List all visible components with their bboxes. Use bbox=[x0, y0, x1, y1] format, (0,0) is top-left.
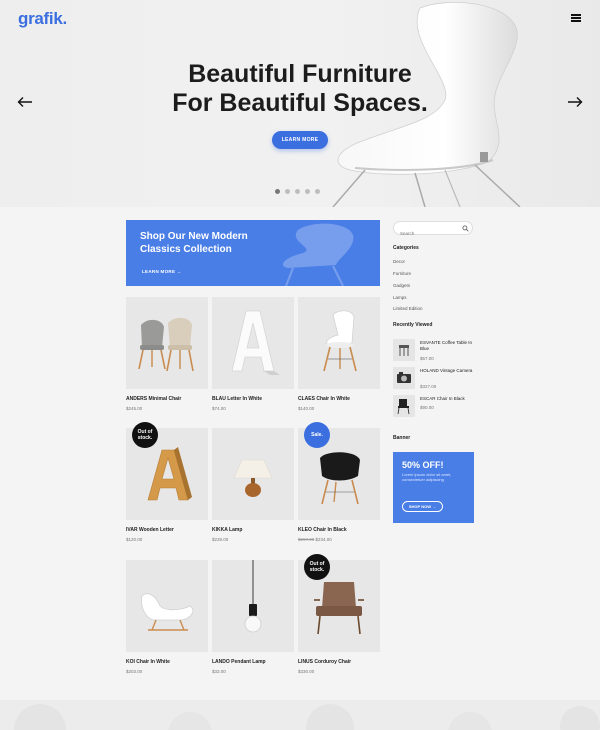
search-box bbox=[393, 221, 473, 240]
recent-item-price: $327.00 bbox=[420, 384, 437, 389]
product-price: $330.00 bbox=[298, 669, 315, 674]
slider-dot[interactable] bbox=[305, 189, 310, 194]
coffee-table-image bbox=[399, 345, 409, 356]
product-name[interactable]: ANDERS Minimal Chair bbox=[126, 396, 208, 402]
product-card: Out of stock. IVAR Wooden Letter $120.00 bbox=[126, 422, 208, 542]
product-price: $74.00 bbox=[212, 406, 226, 411]
product-name[interactable]: BLAU Letter In White bbox=[212, 396, 294, 402]
hamburger-menu-icon[interactable] bbox=[571, 14, 581, 22]
hero-slider: grafik. Beautiful Furniture For Beautifu… bbox=[0, 0, 600, 207]
product-card: Sale. KLEO Chair In Black $267.00 $234.0… bbox=[298, 422, 380, 542]
banner-heading: Banner bbox=[393, 435, 411, 441]
arrow-left-icon[interactable] bbox=[17, 96, 33, 108]
search-icon[interactable] bbox=[462, 225, 469, 232]
product-sale-price: $234.00 bbox=[315, 537, 332, 542]
product-price: $203.00 bbox=[126, 669, 143, 674]
product-image[interactable] bbox=[126, 297, 208, 389]
product-card: BLAU Letter In White $74.00 bbox=[212, 297, 294, 411]
slider-dots bbox=[275, 189, 320, 194]
lounge-chair-image bbox=[141, 593, 194, 631]
category-link-limited-edition[interactable]: Limited Edition bbox=[393, 306, 423, 311]
category-link-gadgets[interactable]: Gadgets bbox=[393, 283, 410, 288]
pendant-lamp-image bbox=[244, 560, 262, 633]
product-price: $140.00 bbox=[298, 406, 315, 411]
recent-item-image[interactable] bbox=[393, 367, 415, 389]
recent-item: ESVANTE Coffee Table In Blue $57.00 bbox=[393, 339, 475, 361]
product-image[interactable] bbox=[212, 297, 294, 389]
product-card: Out of stock. LINUS Corduroy Chair $330.… bbox=[298, 554, 380, 674]
product-image[interactable] bbox=[212, 560, 294, 652]
logo[interactable]: grafik. bbox=[18, 9, 67, 29]
category-link-furniture[interactable]: Furniture bbox=[393, 271, 411, 276]
product-card: CLAES Chair In White $140.00 bbox=[298, 297, 380, 411]
product-price: $245.00 bbox=[126, 406, 143, 411]
slider-dot[interactable] bbox=[285, 189, 290, 194]
banner-headline: 50% OFF! bbox=[402, 460, 444, 470]
shop-now-label: SHOP NOW bbox=[408, 504, 432, 509]
recent-item: HOLAND Vintage Camera $327.00 bbox=[393, 367, 475, 389]
recent-item-price: $57.00 bbox=[420, 356, 434, 361]
product-card: KOI Chair In White $203.00 bbox=[126, 560, 208, 674]
hero-learn-more-button[interactable]: LEARN MORE bbox=[272, 131, 328, 149]
sale-banner[interactable]: 50% OFF! Lorem ipsum dolor sit amet, con… bbox=[393, 452, 474, 523]
product-image[interactable] bbox=[212, 428, 294, 520]
category-link-lamps[interactable]: Lamps bbox=[393, 295, 407, 300]
banner-text: Lorem ipsum dolor sit amet, consectetuer… bbox=[402, 472, 452, 482]
promo-chair-image bbox=[283, 223, 354, 286]
product-card: LANDO Pendant Lamp $33.00 bbox=[212, 560, 294, 674]
categories-heading: Categories bbox=[393, 245, 419, 251]
search-input[interactable] bbox=[400, 227, 460, 240]
vintage-camera-image bbox=[397, 372, 411, 383]
product-name[interactable]: CLAES Chair In White bbox=[298, 396, 380, 402]
product-image[interactable] bbox=[126, 560, 208, 652]
white-chair-image bbox=[323, 310, 357, 372]
promo-learn-more-link[interactable]: LEARN MORE → bbox=[142, 269, 182, 274]
chair-pair-image bbox=[138, 317, 194, 372]
hero-title: Beautiful Furniture For Beautiful Spaces… bbox=[150, 60, 450, 118]
recent-item-image[interactable] bbox=[393, 339, 415, 361]
letter-a-white-image bbox=[231, 310, 280, 375]
product-name[interactable]: KIKKA Lamp bbox=[212, 527, 294, 533]
recent-item-name[interactable]: ESVANTE Coffee Table In Blue bbox=[420, 340, 475, 352]
product-name[interactable]: KLEO Chair In Black bbox=[298, 527, 380, 533]
product-name[interactable]: IVAR Wooden Letter bbox=[126, 527, 208, 533]
recent-item-name[interactable]: ESCAR Chair In Black bbox=[420, 396, 475, 402]
recently-viewed-heading: Recently Viewed bbox=[393, 322, 433, 328]
product-card: ANDERS Minimal Chair $245.00 bbox=[126, 297, 208, 411]
recent-item-price: $90.00 bbox=[420, 405, 434, 410]
slider-dot[interactable] bbox=[295, 189, 300, 194]
category-link-decor[interactable]: Decor bbox=[393, 259, 405, 264]
product-price: $267.00 $234.00 bbox=[298, 537, 380, 542]
promo-link-label: LEARN MORE bbox=[142, 269, 176, 274]
promo-title: Shop Our New Modern Classics Collection bbox=[140, 231, 248, 255]
product-price: $33.00 bbox=[212, 669, 226, 674]
arrow-right-icon[interactable] bbox=[567, 96, 583, 108]
hero-title-line-1: Beautiful Furniture bbox=[188, 60, 412, 88]
footer-strip bbox=[0, 700, 600, 730]
product-old-price: $267.00 bbox=[298, 537, 315, 542]
shop-now-button[interactable]: SHOP NOW → bbox=[402, 501, 443, 512]
table-lamp-image bbox=[233, 459, 273, 497]
product-price: $239.00 bbox=[212, 537, 229, 542]
out-of-stock-badge: Out of stock. bbox=[304, 554, 330, 580]
hero-title-line-2: For Beautiful Spaces. bbox=[172, 89, 428, 117]
recent-item: ESCAR Chair In Black $90.00 bbox=[393, 395, 475, 417]
black-chair-thumb-image bbox=[397, 399, 410, 415]
out-of-stock-badge: Out of stock. bbox=[132, 422, 158, 448]
slider-dot[interactable] bbox=[275, 189, 280, 194]
recent-item-name[interactable]: HOLAND Vintage Camera bbox=[420, 368, 475, 374]
product-image[interactable] bbox=[298, 297, 380, 389]
sale-badge: Sale. bbox=[304, 422, 330, 448]
footer-pattern bbox=[14, 704, 600, 730]
recent-item-image[interactable] bbox=[393, 395, 415, 417]
product-name[interactable]: KOI Chair In White bbox=[126, 659, 208, 665]
product-name[interactable]: LINUS Corduroy Chair bbox=[298, 659, 380, 665]
slider-dot[interactable] bbox=[315, 189, 320, 194]
product-price: $120.00 bbox=[126, 537, 143, 542]
product-card: KIKKA Lamp $239.00 bbox=[212, 428, 294, 542]
product-name[interactable]: LANDO Pendant Lamp bbox=[212, 659, 294, 665]
